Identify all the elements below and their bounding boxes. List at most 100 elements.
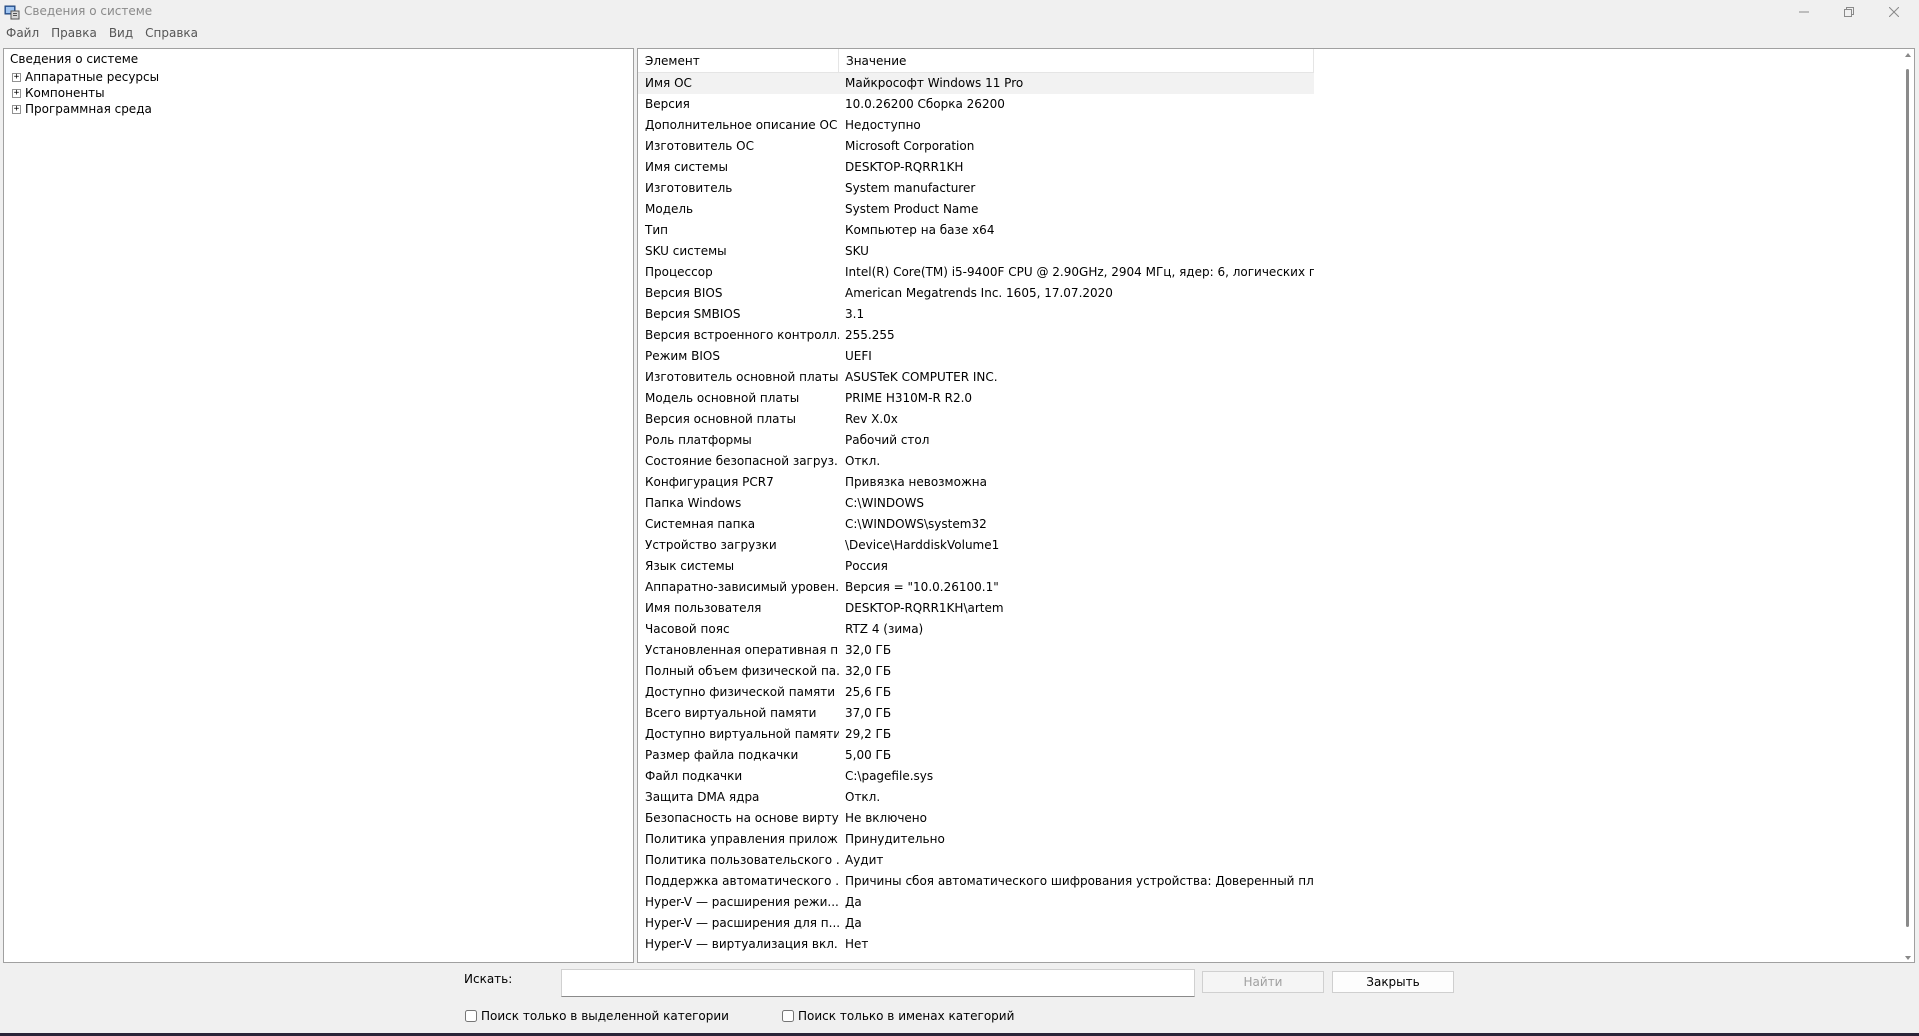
- table-row[interactable]: Часовой пояс RTZ 4 (зима): [638, 619, 1314, 640]
- table-row[interactable]: Тип Компьютер на базе x64: [638, 220, 1314, 241]
- row-item-cell: Конфигурация PCR7: [645, 475, 774, 489]
- table-row[interactable]: Устройство загрузки \Device\HarddiskVolum…: [638, 535, 1314, 556]
- table-row[interactable]: Модель основной платы PRIME H310M-R R2.0: [638, 388, 1314, 409]
- scroll-up-icon[interactable]: [1905, 53, 1911, 57]
- table-row[interactable]: Размер файла подкачки 5,00 ГБ: [638, 745, 1314, 766]
- table-row[interactable]: Версия основной платы Rev X.0x: [638, 409, 1314, 430]
- table-row[interactable]: Защита DMA ядра Откл.: [638, 787, 1314, 808]
- search-category-names-option[interactable]: Поиск только в именах категорий: [782, 1009, 1014, 1023]
- column-header-item[interactable]: Элемент: [638, 49, 839, 73]
- expand-icon[interactable]: +: [12, 72, 21, 82]
- table-row[interactable]: Политика пользовательского ... Аудит: [638, 850, 1314, 871]
- column-header-value[interactable]: Значение: [839, 49, 1314, 73]
- table-row[interactable]: Полный объем физической па... 32,0 ГБ: [638, 661, 1314, 682]
- search-selected-category-checkbox[interactable]: [465, 1010, 477, 1022]
- row-value-cell: Принудительно: [845, 832, 945, 846]
- table-row[interactable]: Процессор Intel(R) Core(TM) i5-9400F CPU …: [638, 262, 1314, 283]
- row-item-cell: Доступно виртуальной памяти: [645, 727, 839, 741]
- table-row[interactable]: SKU системы SKU: [638, 241, 1314, 262]
- table-row[interactable]: Модель System Product Name: [638, 199, 1314, 220]
- row-item-cell: Изготовитель: [645, 181, 733, 195]
- table-row[interactable]: Версия SMBIOS 3.1: [638, 304, 1314, 325]
- table-row[interactable]: Роль платформы Рабочий стол: [638, 430, 1314, 451]
- close-window-button[interactable]: [1871, 0, 1917, 24]
- table-row[interactable]: Аппаратно-зависимый уровен... Версия = "1…: [638, 577, 1314, 598]
- row-item-cell: Аппаратно-зависимый уровен...: [645, 580, 839, 594]
- row-value-cell: Откл.: [845, 790, 881, 804]
- tree-root-system-summary[interactable]: Сведения о системе: [10, 52, 138, 66]
- row-value-cell: Откл.: [845, 454, 881, 468]
- row-item-cell: Имя пользователя: [645, 601, 762, 615]
- table-row[interactable]: Файл подкачки C:\pagefile.sys: [638, 766, 1314, 787]
- table-row[interactable]: Версия встроенного контролл... 255.255: [638, 325, 1314, 346]
- row-item-cell: Устройство загрузки: [645, 538, 777, 552]
- table-row[interactable]: Версия 10.0.26200 Сборка 26200: [638, 94, 1314, 115]
- table-row[interactable]: Папка Windows C:\WINDOWS: [638, 493, 1314, 514]
- tree-item-label: Аппаратные ресурсы: [25, 70, 160, 84]
- find-button[interactable]: Найти: [1202, 971, 1324, 993]
- table-row[interactable]: Доступно физической памяти 25,6 ГБ: [638, 682, 1314, 703]
- row-value-cell: DESKTOP-RQRR1KH: [845, 160, 964, 174]
- row-item-cell: Hyper-V — расширения для п...: [645, 916, 839, 930]
- row-item-cell: Язык системы: [645, 559, 735, 573]
- table-row[interactable]: Доступно виртуальной памяти 29,2 ГБ: [638, 724, 1314, 745]
- table-row[interactable]: Установленная оперативная п... 32,0 ГБ: [638, 640, 1314, 661]
- restore-button[interactable]: [1826, 0, 1872, 24]
- table-row[interactable]: Hyper-V — расширения режи... Да: [638, 892, 1314, 913]
- menu-view[interactable]: Вид: [103, 24, 139, 44]
- row-value-cell: Intel(R) Core(TM) i5-9400F CPU @ 2.90GHz…: [845, 265, 1314, 279]
- table-row[interactable]: Всего виртуальной памяти 37,0 ГБ: [638, 703, 1314, 724]
- menu-edit[interactable]: Правка: [45, 24, 103, 44]
- table-row[interactable]: Дополнительное описание ОС Недоступно: [638, 115, 1314, 136]
- row-value-cell: Нет: [845, 937, 869, 951]
- table-row[interactable]: Hyper-V — расширения для п... Да: [638, 913, 1314, 934]
- row-value-cell: Рабочий стол: [845, 433, 930, 447]
- table-row[interactable]: Безопасность на основе вирту... Не включе…: [638, 808, 1314, 829]
- close-button[interactable]: Закрыть: [1332, 971, 1454, 993]
- row-item-cell: SKU системы: [645, 244, 727, 258]
- expand-icon[interactable]: +: [12, 88, 21, 98]
- table-row[interactable]: Имя ОС Майкрософт Windows 11 Pro: [638, 73, 1314, 94]
- table-row[interactable]: Конфигурация PCR7 Привязка невозможна: [638, 472, 1314, 493]
- scrollbar-thumb[interactable]: [1906, 69, 1909, 927]
- row-value-cell: Да: [845, 916, 862, 930]
- table-row[interactable]: Версия BIOS American Megatrends Inc. 1605…: [638, 283, 1314, 304]
- row-item-cell: Защита DMA ядра: [645, 790, 760, 804]
- table-row[interactable]: Политика управления прилож... Принудитель…: [638, 829, 1314, 850]
- search-category-names-checkbox[interactable]: [782, 1010, 794, 1022]
- expand-icon[interactable]: +: [12, 104, 21, 114]
- row-item-cell: Модель основной платы: [645, 391, 800, 405]
- row-value-cell: American Megatrends Inc. 1605, 17.07.202…: [845, 286, 1113, 300]
- tree-item-software-environment[interactable]: + Программная среда: [12, 100, 152, 118]
- table-row[interactable]: Изготовитель System manufacturer: [638, 178, 1314, 199]
- menu-bar: Файл Правка Вид Справка: [0, 24, 1919, 44]
- row-item-cell: Системная папка: [645, 517, 756, 531]
- table-row[interactable]: Имя системы DESKTOP-RQRR1KH: [638, 157, 1314, 178]
- search-input[interactable]: [561, 969, 1195, 997]
- category-tree[interactable]: Сведения о системе + Аппаратные ресурсы …: [3, 48, 634, 963]
- table-row[interactable]: Язык системы Россия: [638, 556, 1314, 577]
- menu-help[interactable]: Справка: [139, 24, 204, 44]
- search-selected-category-option[interactable]: Поиск только в выделенной категории: [465, 1009, 729, 1023]
- row-value-cell: UEFI: [845, 349, 872, 363]
- vertical-scrollbar[interactable]: [1904, 51, 1912, 962]
- row-value-cell: 25,6 ГБ: [845, 685, 892, 699]
- table-row[interactable]: Изготовитель основной платы ASUSTeK COMPU…: [638, 367, 1314, 388]
- details-list[interactable]: Элемент Значение Имя ОС Майкрософт Window…: [637, 48, 1915, 963]
- scroll-down-icon[interactable]: [1905, 956, 1911, 960]
- table-row[interactable]: Системная папка C:\WINDOWS\system32: [638, 514, 1314, 535]
- row-value-cell: DESKTOP-RQRR1KH\artem: [845, 601, 1004, 615]
- table-row[interactable]: Режим BIOS UEFI: [638, 346, 1314, 367]
- table-row[interactable]: Поддержка автоматического ... Причины сбо…: [638, 871, 1314, 892]
- row-item-cell: Hyper-V — расширения режи...: [645, 895, 839, 909]
- table-row[interactable]: Имя пользователя DESKTOP-RQRR1KH\artem: [638, 598, 1314, 619]
- row-item-cell: Версия основной платы: [645, 412, 796, 426]
- row-item-cell: Безопасность на основе вирту...: [645, 811, 839, 825]
- row-value-cell: 5,00 ГБ: [845, 748, 892, 762]
- table-row[interactable]: Состояние безопасной загруз... Откл.: [638, 451, 1314, 472]
- table-row[interactable]: Изготовитель ОС Microsoft Corporation: [638, 136, 1314, 157]
- row-value-cell: Rev X.0x: [845, 412, 898, 426]
- minimize-button[interactable]: [1781, 0, 1827, 24]
- table-row[interactable]: Hyper-V — виртуализация вкл... Нет: [638, 934, 1314, 955]
- menu-file[interactable]: Файл: [0, 24, 45, 44]
